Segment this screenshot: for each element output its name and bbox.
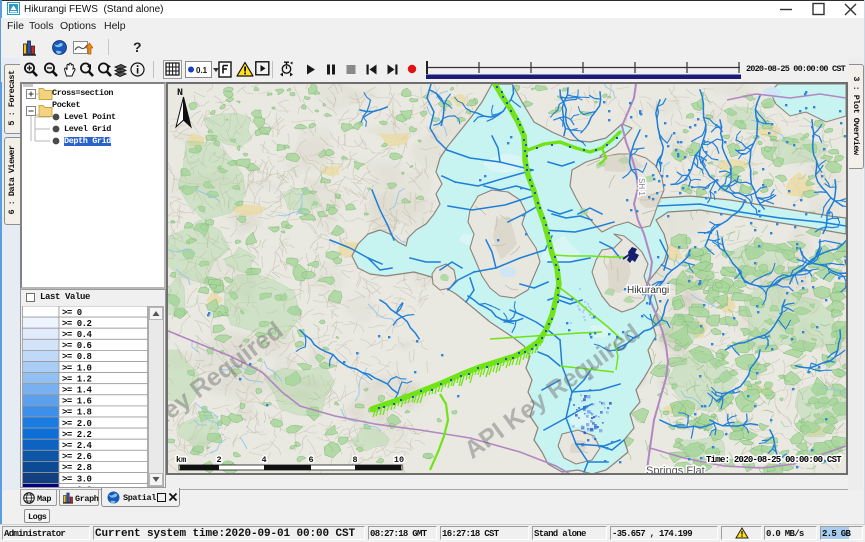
svg-text:6: 6 [308, 455, 313, 465]
svg-text:>= 0.4: >= 0.4 [62, 330, 93, 340]
svg-text:Time: 2020-08-25 00:00:00 CST: Time: 2020-08-25 00:00:00 CST [706, 455, 842, 465]
svg-text:10: 10 [394, 455, 404, 465]
svg-text:>= 2.6: >= 2.6 [62, 452, 92, 462]
svg-text:>= 2.4: >= 2.4 [62, 441, 93, 451]
svg-text:>= 2.0: >= 2.0 [62, 419, 92, 429]
svg-text:>= 2.8: >= 2.8 [62, 463, 92, 473]
svg-text:>= 1.2: >= 1.2 [62, 374, 92, 384]
svg-text:2: 2 [216, 455, 221, 465]
svg-text:N: N [177, 88, 183, 99]
svg-text:>= 0.2: >= 0.2 [62, 319, 92, 329]
svg-text:Springs Flat: Springs Flat [646, 465, 705, 473]
svg-text:SH 1: SH 1 [637, 178, 646, 196]
svg-text:4: 4 [261, 455, 266, 465]
svg-text:>= 0.8: >= 0.8 [62, 352, 92, 362]
svg-text:>= 1.0: >= 1.0 [62, 363, 92, 373]
svg-text:>= 1.8: >= 1.8 [62, 408, 92, 418]
svg-text:>= 1.4: >= 1.4 [62, 386, 93, 396]
svg-text:>= 0.6: >= 0.6 [62, 341, 92, 351]
svg-text:>= 1.6: >= 1.6 [62, 397, 92, 407]
svg-text:>= 2.2: >= 2.2 [62, 430, 92, 440]
svg-text:>= 3.2: >= 3.2 [62, 485, 92, 487]
svg-text:0.1: 0.1 [196, 66, 208, 75]
svg-text:>= 3.0: >= 3.0 [62, 474, 92, 484]
svg-text:>= 0: >= 0 [62, 308, 82, 318]
svg-text:km: km [176, 455, 186, 465]
svg-text:8: 8 [352, 455, 357, 465]
svg-text:Hikurangi: Hikurangi [627, 285, 669, 296]
